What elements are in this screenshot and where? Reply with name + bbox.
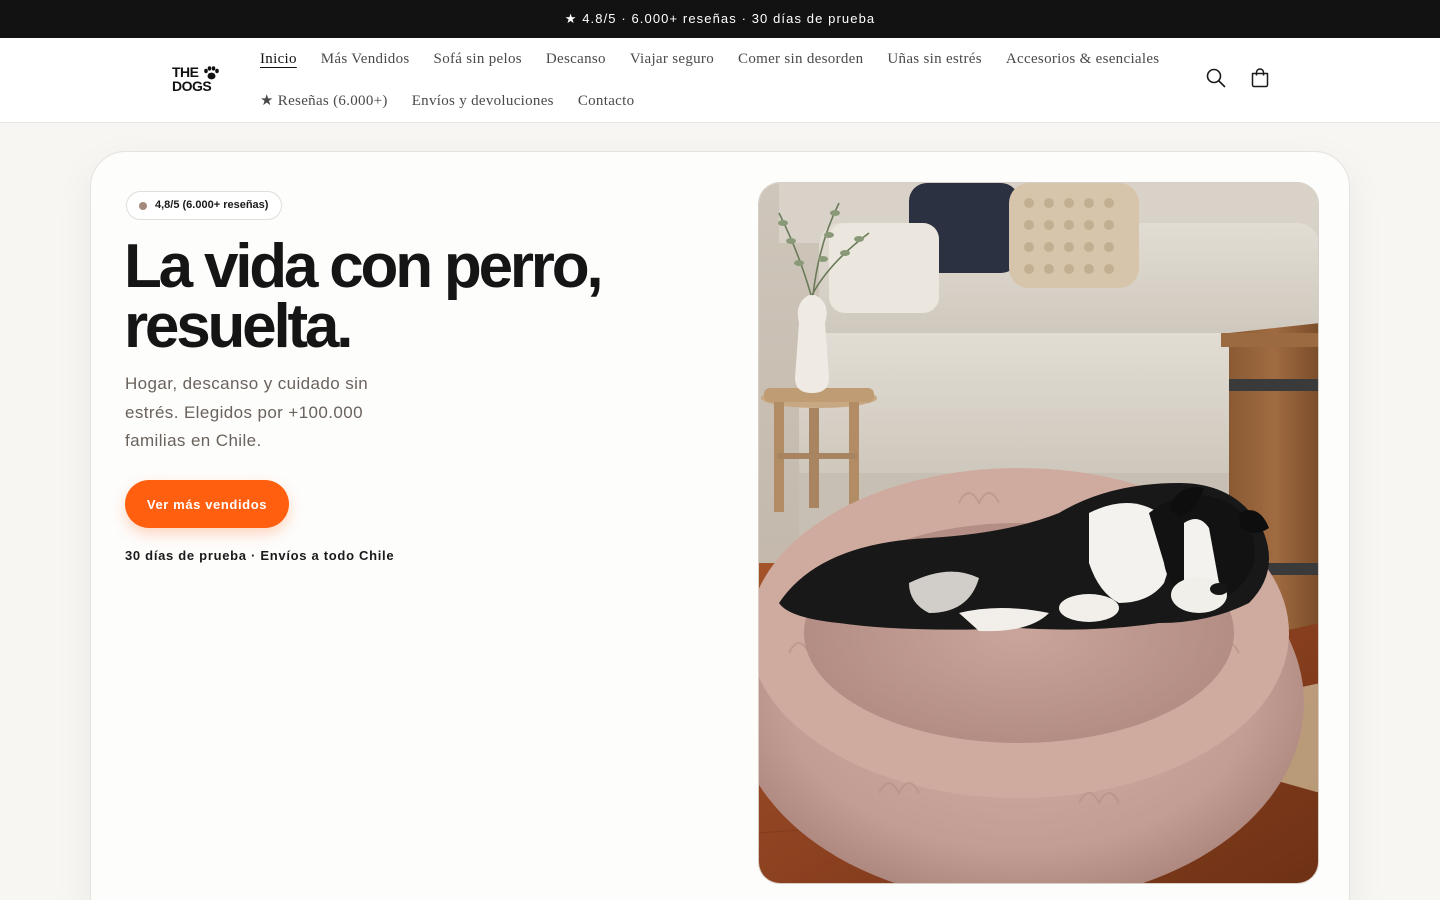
hero-headline: La vida con perro, resuelta. [124, 236, 684, 358]
shop-bestsellers-button[interactable]: Ver más vendidos [125, 480, 289, 528]
announcement-bar: ★ 4.8/5 · 6.000+ reseñas · 30 días de pr… [0, 0, 1440, 38]
nav-item-contacto[interactable]: Contacto [566, 90, 647, 112]
rating-badge-text: 4,8/5 (6.000+ reseñas) [155, 199, 269, 211]
nav-item-sofa-sin-pelos[interactable]: Sofá sin pelos [422, 48, 534, 70]
nav-item-unas-sin-estres[interactable]: Uñas sin estrés [875, 48, 994, 70]
nav-row-1: Inicio Más Vendidos Sofá sin pelos Desca… [248, 48, 1171, 70]
brand-logo[interactable]: THE DOGS [172, 65, 222, 97]
hero-headline-line-1: La vida con perro, [124, 232, 604, 301]
paw-icon [204, 66, 219, 80]
nav-item-comer-sin-desorden[interactable]: Comer sin desorden [726, 48, 875, 70]
hero-section: 4,8/5 (6.000+ reseñas) La vida con perro… [90, 151, 1350, 900]
cta-label: Ver más vendidos [146, 496, 268, 512]
nav-item-viajar-seguro[interactable]: Viajar seguro [618, 48, 726, 70]
nav-item-accesorios[interactable]: Accesorios & esenciales [994, 48, 1172, 70]
dog-bed-illustration [759, 183, 1318, 883]
rating-badge: 4,8/5 (6.000+ reseñas) [126, 191, 283, 220]
nav-item-resenas[interactable]: ★ Reseñas (6.000+) [248, 90, 400, 112]
site-header: THE DOGS Inicio Más Vendidos Sofá sin pe… [0, 38, 1440, 123]
nav-item-envios-devoluciones[interactable]: Envíos y devoluciones [400, 90, 566, 112]
hero-image [758, 182, 1319, 884]
trust-line: 30 días de prueba · Envíos a todo Chile [125, 548, 395, 563]
search-icon[interactable] [1204, 66, 1228, 90]
nav-item-inicio[interactable]: Inicio [248, 48, 309, 70]
brand-line-2: DOGS [172, 78, 212, 94]
hero-headline-line-2: resuelta. [124, 292, 353, 361]
rating-dot [139, 202, 147, 210]
cart-icon[interactable] [1248, 66, 1272, 90]
nav-row-2: ★ Reseñas (6.000+) Envíos y devoluciones… [248, 90, 646, 112]
hero-subtext: Hogar, descanso y cuidado sin estrés. El… [125, 374, 369, 450]
announcement-text: ★ 4.8/5 · 6.000+ reseñas · 30 días de pr… [564, 11, 876, 26]
nav-item-mas-vendidos[interactable]: Más Vendidos [309, 48, 422, 70]
nav-item-descanso[interactable]: Descanso [534, 48, 618, 70]
